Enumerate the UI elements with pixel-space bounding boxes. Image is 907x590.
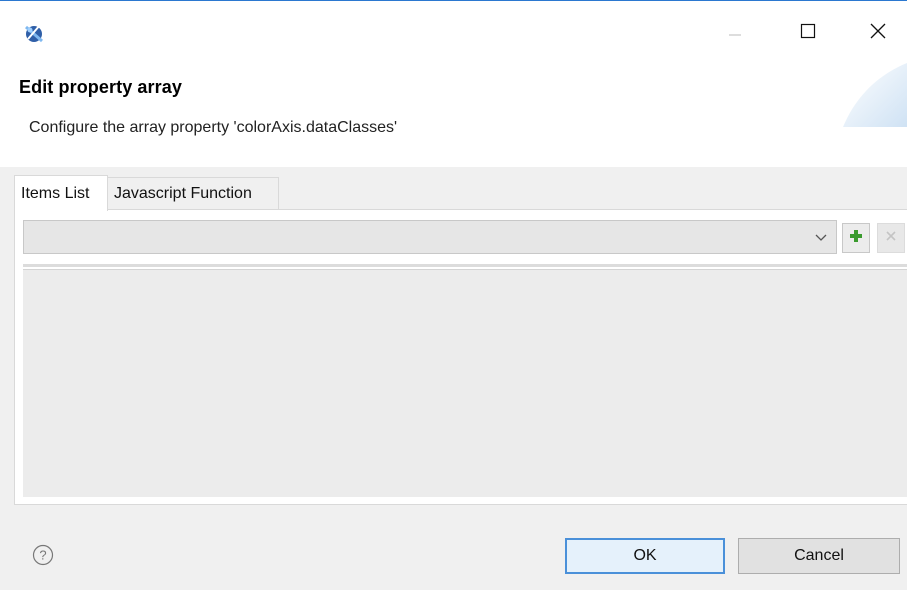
tab-items-list-label: Items List [21, 184, 90, 202]
list-separator [23, 264, 907, 267]
ok-button-label: OK [633, 547, 657, 564]
tab-javascript-function[interactable]: Javascript Function [108, 177, 279, 209]
app-icon [22, 21, 46, 45]
remove-icon [885, 229, 897, 247]
edit-property-array-dialog: Edit property array Configure the array … [0, 0, 907, 590]
close-button[interactable] [858, 17, 898, 49]
dialog-description: Configure the array property 'colorAxis.… [29, 119, 398, 136]
tab-items-list[interactable]: Items List [14, 175, 108, 211]
remove-item-button[interactable] [877, 223, 905, 253]
svg-text:?: ? [39, 548, 46, 563]
item-type-select[interactable] [23, 220, 837, 254]
chevron-down-icon [814, 230, 828, 244]
minimize-button[interactable] [715, 17, 755, 49]
header-decoration [843, 63, 907, 127]
ok-button[interactable]: OK [565, 538, 725, 574]
cancel-button-label: Cancel [794, 547, 844, 564]
minimize-icon [727, 23, 743, 44]
dialog-title: Edit property array [19, 77, 182, 97]
title-bar [0, 1, 907, 63]
items-list-panel [14, 209, 907, 505]
add-item-button[interactable] [842, 223, 870, 253]
plus-icon [849, 229, 863, 248]
maximize-icon [800, 23, 816, 44]
dialog-header: Edit property array Configure the array … [0, 63, 907, 167]
tab-javascript-function-label: Javascript Function [114, 184, 252, 202]
help-icon[interactable]: ? [32, 544, 54, 566]
maximize-button[interactable] [788, 17, 828, 49]
items-list[interactable] [23, 269, 907, 497]
cancel-button[interactable]: Cancel [738, 538, 900, 574]
close-icon [869, 22, 887, 45]
